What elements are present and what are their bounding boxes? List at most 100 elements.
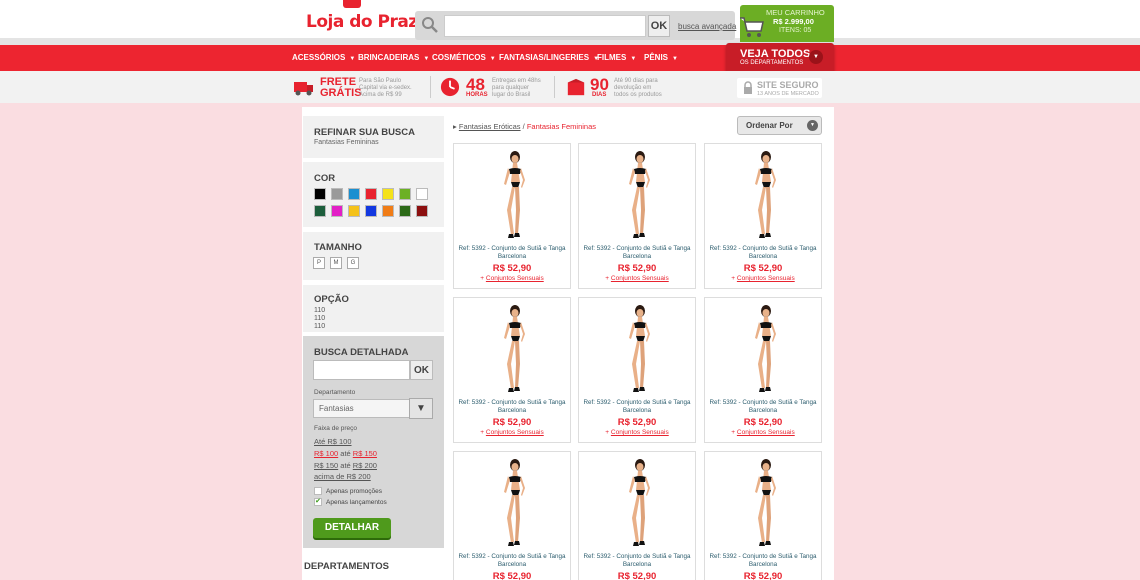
product-name[interactable]: Ref: 5392 - Conjunto de Sutiã e Tanga Ba… (454, 399, 570, 415)
product-category-link[interactable]: + Conjuntos Sensuais (705, 275, 821, 282)
product-card[interactable]: Ref: 5392 - Conjunto de Sutiã e Tanga Ba… (578, 297, 696, 443)
product-card[interactable]: Ref: 5392 - Conjunto de Sutiã e Tanga Ba… (578, 451, 696, 580)
advanced-search-link[interactable]: busca avançada (678, 22, 736, 31)
product-price: R$ 52,90 (617, 417, 657, 428)
color-swatch[interactable] (314, 205, 326, 217)
option-item[interactable]: 110 (314, 323, 325, 330)
departments-title: DEPARTAMENTOS (304, 561, 389, 572)
breadcrumb-link[interactable]: Fantasias Eróticas (459, 122, 521, 131)
color-swatch[interactable] (416, 188, 428, 200)
launches-checkbox-label: Apenas lançamentos (326, 499, 387, 506)
product-name[interactable]: Ref: 5392 - Conjunto de Sutiã e Tanga Ba… (579, 553, 695, 569)
product-image[interactable] (619, 458, 659, 550)
product-name[interactable]: Ref: 5392 - Conjunto de Sutiã e Tanga Ba… (705, 245, 821, 261)
nav-item-brincadeiras[interactable]: BRINCADEIRAS ▼ (358, 53, 429, 62)
nav-item-fantasias[interactable]: FANTASIAS/LINGERIES ▼ (499, 53, 599, 62)
product-category-link[interactable]: + Conjuntos Sensuais (579, 275, 695, 282)
product-card[interactable]: Ref: 5392 - Conjunto de Sutiã e Tanga Ba… (453, 451, 571, 580)
color-swatch[interactable] (399, 205, 411, 217)
color-swatch[interactable] (382, 188, 394, 200)
product-price: R$ 52,90 (743, 571, 783, 580)
size-filter-box (303, 232, 444, 280)
product-category-link[interactable]: + Conjuntos Sensuais (454, 429, 570, 436)
detalhar-button[interactable]: DETALHAR (313, 518, 391, 538)
product-image[interactable] (494, 150, 534, 242)
department-select[interactable]: Fantasias (313, 399, 410, 418)
chevron-down-icon[interactable]: ▼ (409, 398, 433, 419)
search-input[interactable] (444, 15, 646, 37)
product-category-link[interactable]: + Conjuntos Sensuais (579, 429, 695, 436)
size-option-m[interactable]: M (330, 257, 342, 269)
secure-site-title: SITE SEGURO (757, 80, 819, 90)
logo-bag-icon[interactable] (343, 0, 361, 8)
size-option-p[interactable]: P (313, 257, 325, 269)
color-swatch[interactable] (416, 205, 428, 217)
price-range-option[interactable]: R$ 150 até R$ 200 (314, 461, 377, 470)
nav-item-cosmeticos[interactable]: COSMÉTICOS ▼ (432, 53, 496, 62)
product-image[interactable] (619, 150, 659, 242)
product-name[interactable]: Ref: 5392 - Conjunto de Sutiã e Tanga Ba… (454, 553, 570, 569)
product-image[interactable] (745, 458, 785, 550)
promotions-checkbox-label: Apenas promoções (326, 488, 383, 495)
product-image[interactable] (619, 304, 659, 396)
option-item[interactable]: 110 (314, 315, 325, 322)
product-name[interactable]: Ref: 5392 - Conjunto de Sutiã e Tanga Ba… (705, 399, 821, 415)
product-name[interactable]: Ref: 5392 - Conjunto de Sutiã e Tanga Ba… (579, 399, 695, 415)
color-swatch[interactable] (331, 205, 343, 217)
color-swatch[interactable] (331, 188, 343, 200)
color-swatch[interactable] (365, 188, 377, 200)
all-departments-subtitle: OS DEPARTAMENTOS (740, 60, 804, 66)
color-swatch[interactable] (365, 205, 377, 217)
product-card[interactable]: Ref: 5392 - Conjunto de Sutiã e Tanga Ba… (704, 451, 822, 580)
chevron-down-icon: ▼ (630, 56, 637, 62)
detailed-search-input[interactable] (313, 360, 410, 380)
color-swatch[interactable] (399, 188, 411, 200)
nav-item-filmes[interactable]: FILMES ▼ (597, 53, 636, 62)
product-image[interactable] (745, 304, 785, 396)
search-ok-button[interactable]: OK (648, 15, 670, 37)
color-swatch[interactable] (382, 205, 394, 217)
truck-icon (294, 82, 313, 96)
price-range-label: Faixa de preço (314, 425, 357, 432)
promotions-checkbox[interactable] (314, 487, 322, 495)
lock-icon (744, 81, 752, 94)
product-image[interactable] (745, 150, 785, 242)
chevron-down-icon: ▼ (672, 56, 678, 62)
price-range-option[interactable]: acima de R$ 200 (314, 472, 371, 481)
product-name[interactable]: Ref: 5392 - Conjunto de Sutiã e Tanga Ba… (454, 245, 570, 261)
product-name[interactable]: Ref: 5392 - Conjunto de Sutiã e Tanga Ba… (579, 245, 695, 261)
chevron-down-icon[interactable]: ▼ (807, 120, 818, 131)
product-category-link[interactable]: + Conjuntos Sensuais (454, 275, 570, 282)
product-image[interactable] (494, 458, 534, 550)
product-card[interactable]: Ref: 5392 - Conjunto de Sutiã e Tanga Ba… (453, 143, 571, 289)
option-item[interactable]: 110 (314, 307, 325, 314)
product-category-link[interactable]: + Conjuntos Sensuais (705, 429, 821, 436)
horas-desc-2: para qualquer (492, 85, 530, 91)
cart-items-count: ITENS: 05 (779, 27, 812, 34)
product-price: R$ 52,90 (617, 571, 657, 580)
product-card[interactable]: Ref: 5392 - Conjunto de Sutiã e Tanga Ba… (578, 143, 696, 289)
size-option-g[interactable]: G (347, 257, 359, 269)
nav-item-penis[interactable]: PÊNIS ▼ (644, 53, 678, 62)
frete-title-2: GRÁTIS (320, 87, 362, 99)
product-card[interactable]: Ref: 5392 - Conjunto de Sutiã e Tanga Ba… (453, 297, 571, 443)
dias-label: DIAS (592, 92, 607, 98)
product-image[interactable] (494, 304, 534, 396)
product-price: R$ 52,90 (492, 263, 532, 274)
color-swatch[interactable] (348, 205, 360, 217)
horas-desc-3: lugar do Brasil (492, 92, 531, 98)
price-range-option[interactable]: Até R$ 100 (314, 437, 352, 446)
color-swatch[interactable] (314, 188, 326, 200)
nav-item-acessorios[interactable]: ACESSÓRIOS ▼ (292, 53, 355, 62)
shopping-cart-icon[interactable] (738, 14, 766, 40)
product-name[interactable]: Ref: 5392 - Conjunto de Sutiã e Tanga Ba… (705, 553, 821, 569)
color-swatch[interactable] (348, 188, 360, 200)
product-card[interactable]: Ref: 5392 - Conjunto de Sutiã e Tanga Ba… (704, 143, 822, 289)
all-departments-title: VEJA TODOS (740, 48, 811, 60)
launches-checkbox[interactable]: ✔ (314, 498, 322, 506)
horas-label: HORAS (466, 92, 488, 98)
price-range-option[interactable]: R$ 100 até R$ 150 (314, 449, 377, 458)
chevron-down-icon[interactable]: ▼ (809, 50, 823, 64)
detailed-search-ok-button[interactable]: OK (410, 360, 433, 380)
product-card[interactable]: Ref: 5392 - Conjunto de Sutiã e Tanga Ba… (704, 297, 822, 443)
